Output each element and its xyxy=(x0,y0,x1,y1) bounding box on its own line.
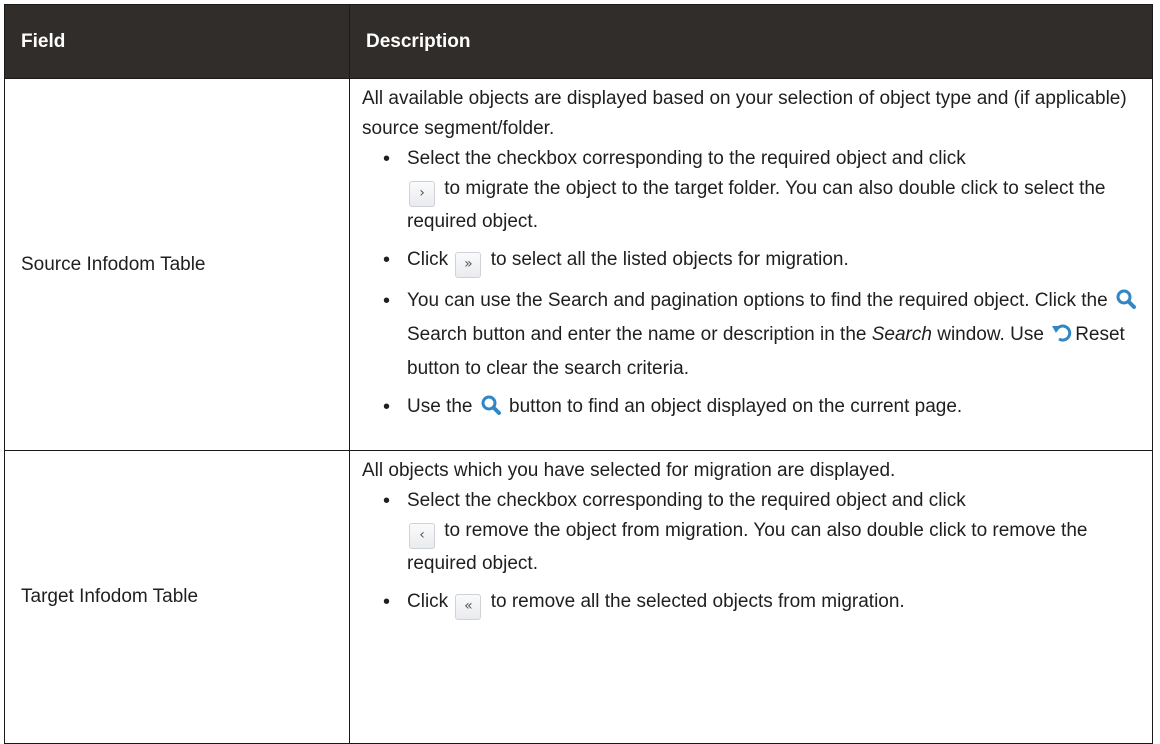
field-name: Target Infodom Table xyxy=(4,450,350,744)
list-item: You can use the Search and pagination op… xyxy=(383,286,1144,384)
bullet-text: to select all the listed objects for mig… xyxy=(490,249,849,270)
table-row: Source Infodom Table All available objec… xyxy=(4,78,1153,451)
header-description: Description xyxy=(349,4,1153,79)
bullet-text: Search button and enter the name or desc… xyxy=(407,324,867,345)
bullet-text: to remove the object from migration. You… xyxy=(407,520,1088,574)
double-chevron-left-icon: « xyxy=(455,594,482,620)
reset-icon xyxy=(1051,322,1073,354)
bullet-text: button to find an object displayed on th… xyxy=(509,396,963,417)
field-description: All objects which you have selected for … xyxy=(349,450,1153,744)
bullet-text: Click xyxy=(407,591,449,612)
search-window-name: Search xyxy=(871,324,932,345)
field-description: All available objects are displayed base… xyxy=(349,78,1153,451)
bullet-list: Select the checkbox corresponding to the… xyxy=(362,144,1144,426)
list-item: Click « to remove all the selected objec… xyxy=(383,587,1144,620)
list-item: Select the checkbox corresponding to the… xyxy=(383,144,1144,237)
bullet-text: Click xyxy=(407,249,449,270)
description-intro: All available objects are displayed base… xyxy=(362,88,1127,139)
bullet-list: Select the checkbox corresponding to the… xyxy=(362,486,1144,620)
bullet-text: Select the checkbox corresponding to the… xyxy=(407,490,966,511)
bullet-text: You can use the Search and pagination op… xyxy=(407,290,1108,311)
bullet-text: to migrate the object to the target fold… xyxy=(407,178,1106,232)
bullet-text: window. Use xyxy=(937,324,1044,345)
chevron-right-icon: › xyxy=(409,181,435,207)
list-item: Use the button to find an object display… xyxy=(383,392,1144,426)
list-item: Click » to select all the listed objects… xyxy=(383,245,1144,278)
search-icon xyxy=(1115,288,1137,320)
bullet-text: to remove all the selected objects from … xyxy=(490,591,905,612)
table-header-row: Field Description xyxy=(4,4,1153,79)
field-name: Source Infodom Table xyxy=(4,78,350,451)
table-row: Target Infodom Table All objects which y… xyxy=(4,450,1153,744)
chevron-left-icon: ‹ xyxy=(409,523,435,549)
double-chevron-right-icon: » xyxy=(455,252,482,278)
description-intro: All objects which you have selected for … xyxy=(362,460,896,481)
list-item: Select the checkbox corresponding to the… xyxy=(383,486,1144,579)
field-description-table: Field Description Source Infodom Table A… xyxy=(4,4,1153,744)
header-field: Field xyxy=(4,4,350,79)
bullet-text: Use the xyxy=(407,396,473,417)
bullet-text: Select the checkbox corresponding to the… xyxy=(407,148,966,169)
search-icon xyxy=(480,394,502,426)
